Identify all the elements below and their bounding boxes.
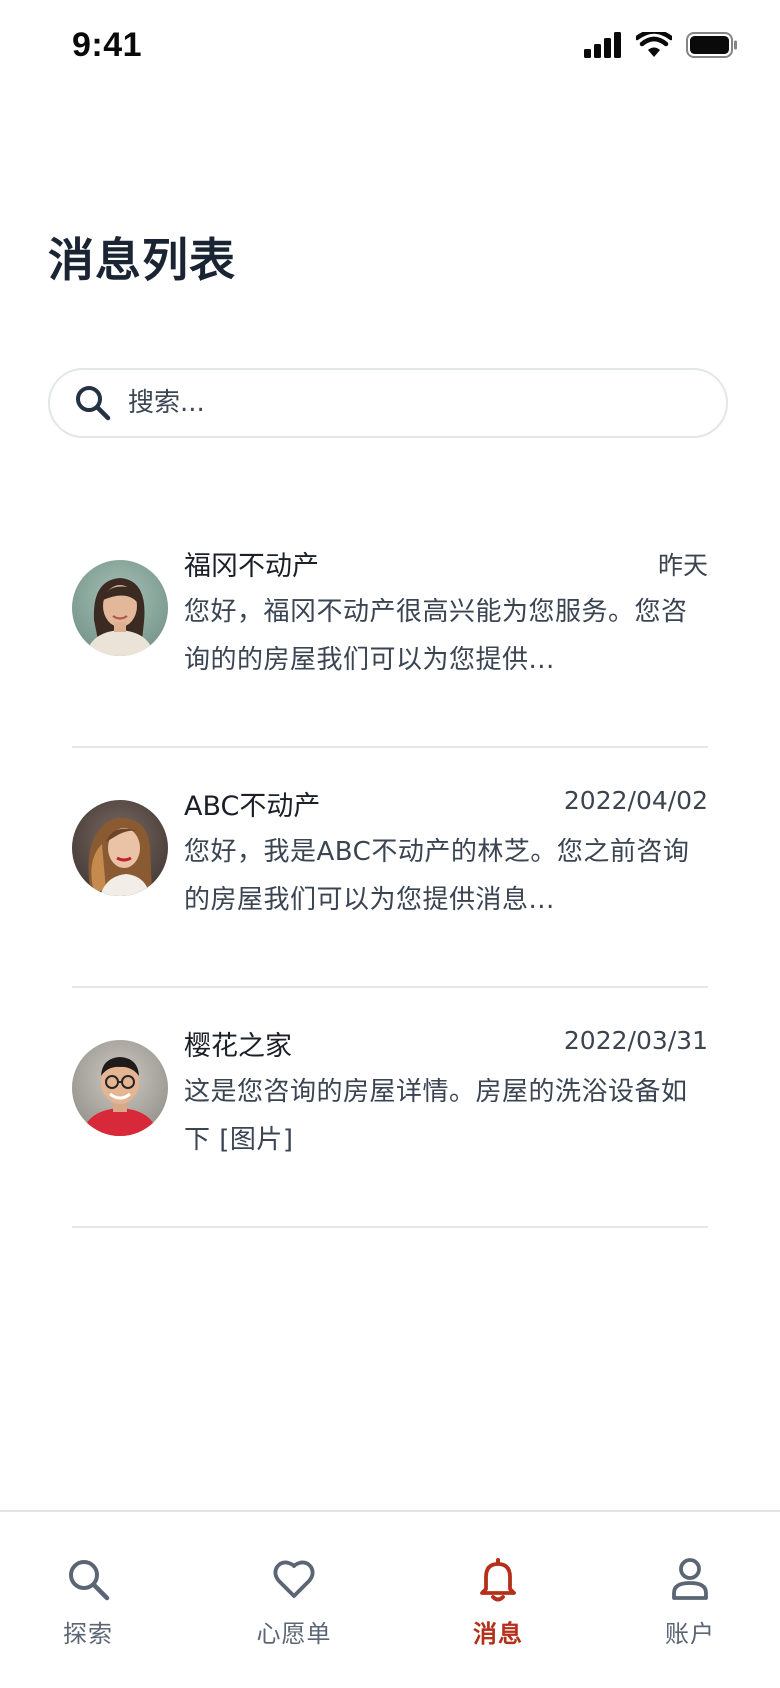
message-preview: 这是您咨询的房屋详情。房屋的洗浴设备如下 [图片] [184,1077,688,1155]
avatar [72,1040,168,1136]
tab-bar: 探索 心愿单 消息 账户 [0,1510,780,1688]
status-bar: 9:41 [0,0,780,100]
message-item[interactable]: 福冈不动产 昨天 您好，福冈不动产很高兴能为您服务。您咨询的的房屋我们可以为您提… [72,508,708,748]
message-sender: ABC不动产 [184,791,321,822]
message-preview: 您好，福冈不动产很高兴能为您服务。您咨询的的房屋我们可以为您提供... [184,597,688,675]
heart-icon [271,1556,317,1602]
status-time: 9:41 [72,26,143,64]
signal-icon [584,32,621,58]
tab-wishlist[interactable]: 心愿单 [234,1556,354,1649]
search-icon [74,384,112,422]
search-input[interactable] [126,387,690,419]
avatar [72,560,168,656]
tab-account[interactable]: 账户 [630,1556,750,1649]
tab-label: 账户 [665,1620,715,1648]
message-list: 福冈不动产 昨天 您好，福冈不动产很高兴能为您服务。您咨询的的房屋我们可以为您提… [72,508,708,1228]
message-sender: 福冈不动产 [184,551,319,582]
tab-label: 消息 [473,1620,523,1648]
message-sender: 樱花之家 [184,1031,292,1062]
message-preview: 您好，我是ABC不动产的林芝。您之前咨询的房屋我们可以为您提供消息... [184,837,690,915]
message-item[interactable]: ABC不动产 2022/04/02 您好，我是ABC不动产的林芝。您之前咨询的房… [72,748,708,988]
tab-label: 探索 [63,1620,113,1648]
battery-icon [686,32,737,58]
bell-icon [475,1556,521,1602]
tab-explore[interactable]: 探索 [28,1556,148,1649]
tab-messages[interactable]: 消息 [438,1556,558,1649]
message-item[interactable]: 樱花之家 2022/03/31 这是您咨询的房屋详情。房屋的洗浴设备如下 [图片… [72,988,708,1228]
message-time: 2022/03/31 [563,1026,708,1055]
search-icon [65,1556,111,1602]
user-icon [667,1556,713,1602]
tab-label: 心愿单 [256,1620,332,1648]
avatar [72,800,168,896]
message-time: 昨天 [657,551,708,580]
status-icons [584,32,738,58]
wifi-icon [636,32,672,57]
search-bar[interactable] [48,368,728,438]
page-title: 消息列表 [48,233,236,287]
message-time: 2022/04/02 [563,786,708,815]
